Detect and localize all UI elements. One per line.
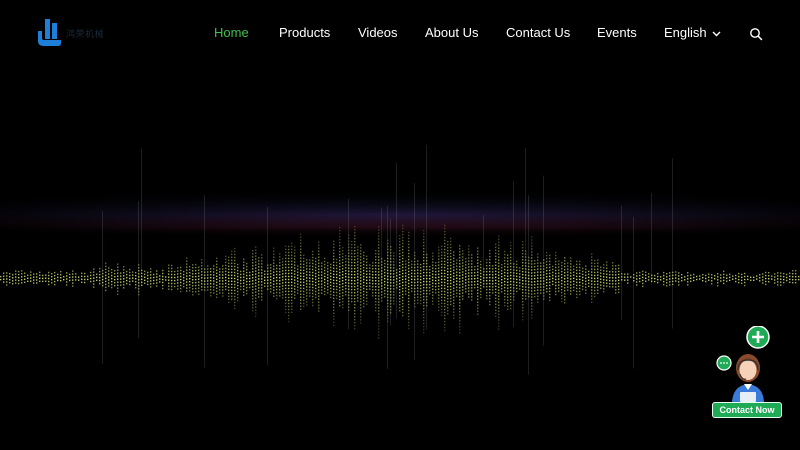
nav-item-about-us[interactable]: About Us <box>425 24 478 42</box>
nav-item-videos[interactable]: Videos <box>358 24 398 42</box>
nav-item-home[interactable]: Home <box>214 24 249 42</box>
support-agent-icon <box>716 326 770 404</box>
nav-item-products[interactable]: Products <box>279 24 330 42</box>
site-header: 鸿荣机械 Home Products Videos About Us Conta… <box>0 0 800 66</box>
hero-banner <box>0 0 800 450</box>
sound-wave-visualization <box>0 144 800 375</box>
brand-logo-text: 鸿荣机械 <box>66 29 105 40</box>
language-label: English <box>664 25 707 40</box>
chat-bubble-icon <box>716 355 732 371</box>
nav-item-events[interactable]: Events <box>597 24 637 42</box>
chat-widget[interactable]: Contact Now <box>710 326 784 418</box>
brand-logo-icon <box>38 19 61 46</box>
language-selector[interactable]: English <box>664 24 721 42</box>
search-icon[interactable] <box>749 27 763 41</box>
contact-now-button[interactable]: Contact Now <box>712 402 782 418</box>
brand-logo[interactable]: 鸿荣机械 <box>36 18 104 48</box>
nav-item-contact-us[interactable]: Contact Us <box>506 24 570 42</box>
plus-icon <box>746 326 770 349</box>
chevron-down-icon <box>712 31 721 36</box>
